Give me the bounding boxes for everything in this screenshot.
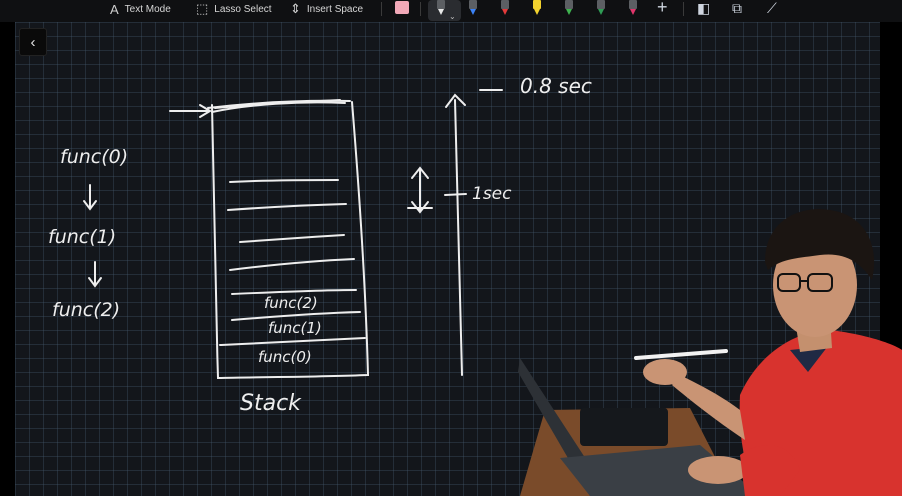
presenter-hand <box>643 359 687 385</box>
device-on-desk <box>580 408 668 446</box>
presenter-hand-right <box>688 456 748 484</box>
screen: A Text Mode ⬚ Lasso Select ⇕ Insert Spac… <box>0 0 902 496</box>
stylus <box>634 349 728 360</box>
presenter-overlay <box>518 209 902 496</box>
